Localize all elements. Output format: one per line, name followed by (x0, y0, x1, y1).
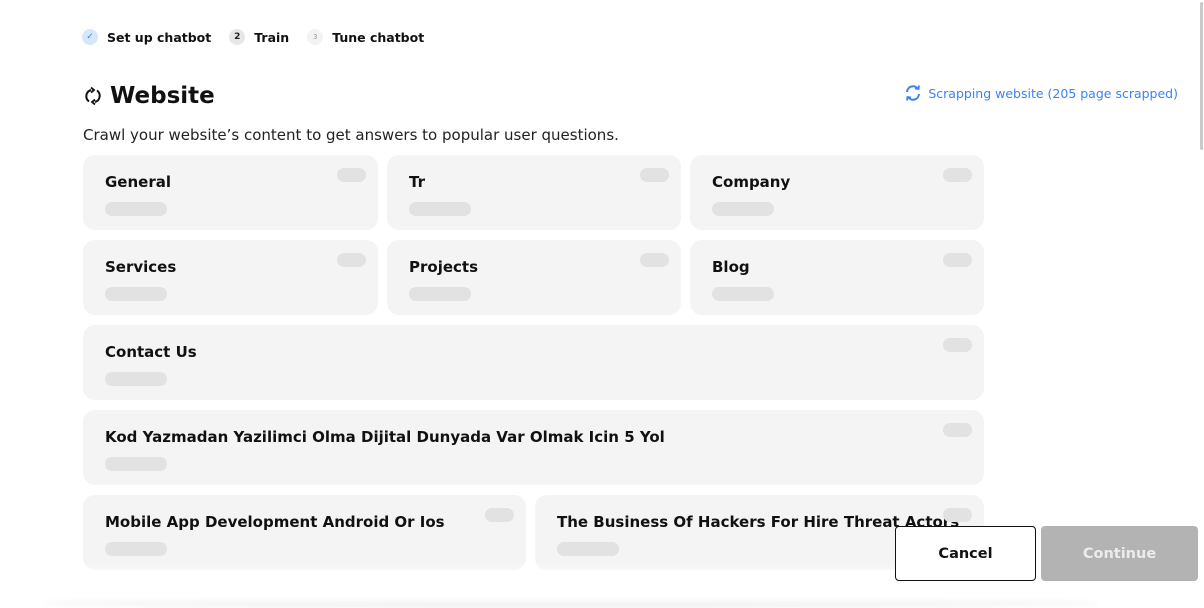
page-card-general[interactable]: General (83, 155, 378, 230)
refresh-icon (904, 84, 922, 102)
card-title: Mobile App Development Android Or Ios (105, 513, 445, 531)
loading-placeholder (409, 287, 471, 301)
loading-placeholder (105, 202, 167, 216)
card-title: Services (105, 258, 177, 276)
page-card-tr[interactable]: Tr (387, 155, 681, 230)
loading-toggle (943, 423, 972, 437)
card-title: Tr (409, 173, 425, 191)
card-title: Contact Us (105, 343, 197, 361)
step-number: 3 (307, 29, 324, 45)
card-title: Projects (409, 258, 479, 276)
footer-shadow (40, 598, 1100, 608)
loading-placeholder (105, 542, 167, 556)
loading-toggle (943, 168, 972, 182)
step-tune[interactable]: 3 Tune chatbot (307, 29, 424, 45)
page-card-mobile-app[interactable]: Mobile App Development Android Or Ios (83, 495, 526, 570)
loading-placeholder (409, 202, 471, 216)
sync-icon (84, 87, 102, 105)
page-header: Website (84, 83, 215, 109)
page-card-contact-us[interactable]: Contact Us (83, 325, 984, 400)
page-card-article[interactable]: Kod Yazmadan Yazilimci Olma Dijital Duny… (83, 410, 984, 485)
check-icon: ✓ (82, 29, 98, 45)
scrollbar[interactable] (1198, 0, 1204, 150)
card-title: General (105, 173, 171, 191)
page-title: Website (110, 83, 215, 109)
scrape-status: Scrapping website (205 page scrapped) (904, 84, 1178, 102)
page-card-company[interactable]: Company (690, 155, 984, 230)
step-number: 2 (229, 29, 246, 45)
loading-toggle (943, 253, 972, 267)
step-setup[interactable]: ✓ Set up chatbot (82, 29, 211, 45)
step-train[interactable]: 2 Train (229, 29, 289, 45)
loading-toggle (337, 253, 366, 267)
scrape-status-text: Scrapping website (205 page scrapped) (928, 85, 1178, 101)
cancel-button[interactable]: Cancel (895, 526, 1036, 581)
scrollbar-thumb[interactable] (1200, 2, 1203, 150)
loading-toggle (640, 168, 669, 182)
page-subtitle: Crawl your website’s content to get answ… (83, 126, 619, 144)
step-label: Tune chatbot (332, 29, 425, 45)
loading-toggle (337, 168, 366, 182)
loading-placeholder (105, 287, 167, 301)
page-card-projects[interactable]: Projects (387, 240, 681, 315)
loading-toggle (640, 253, 669, 267)
loading-toggle (485, 508, 514, 522)
loading-placeholder (712, 287, 774, 301)
card-title: Blog (712, 258, 750, 276)
loading-placeholder (105, 457, 167, 471)
loading-placeholder (105, 372, 167, 386)
loading-toggle (943, 508, 972, 522)
page-card-services[interactable]: Services (83, 240, 378, 315)
loading-placeholder (557, 542, 619, 556)
stepper: ✓ Set up chatbot 2 Train 3 Tune chatbot (82, 29, 442, 45)
continue-button[interactable]: Continue (1041, 526, 1198, 581)
card-title: Kod Yazmadan Yazilimci Olma Dijital Duny… (105, 428, 665, 446)
page-card-blog[interactable]: Blog (690, 240, 984, 315)
step-label: Set up chatbot (107, 29, 212, 45)
card-title: Company (712, 173, 791, 191)
loading-toggle (943, 338, 972, 352)
loading-placeholder (712, 202, 774, 216)
step-label: Train (254, 29, 290, 45)
